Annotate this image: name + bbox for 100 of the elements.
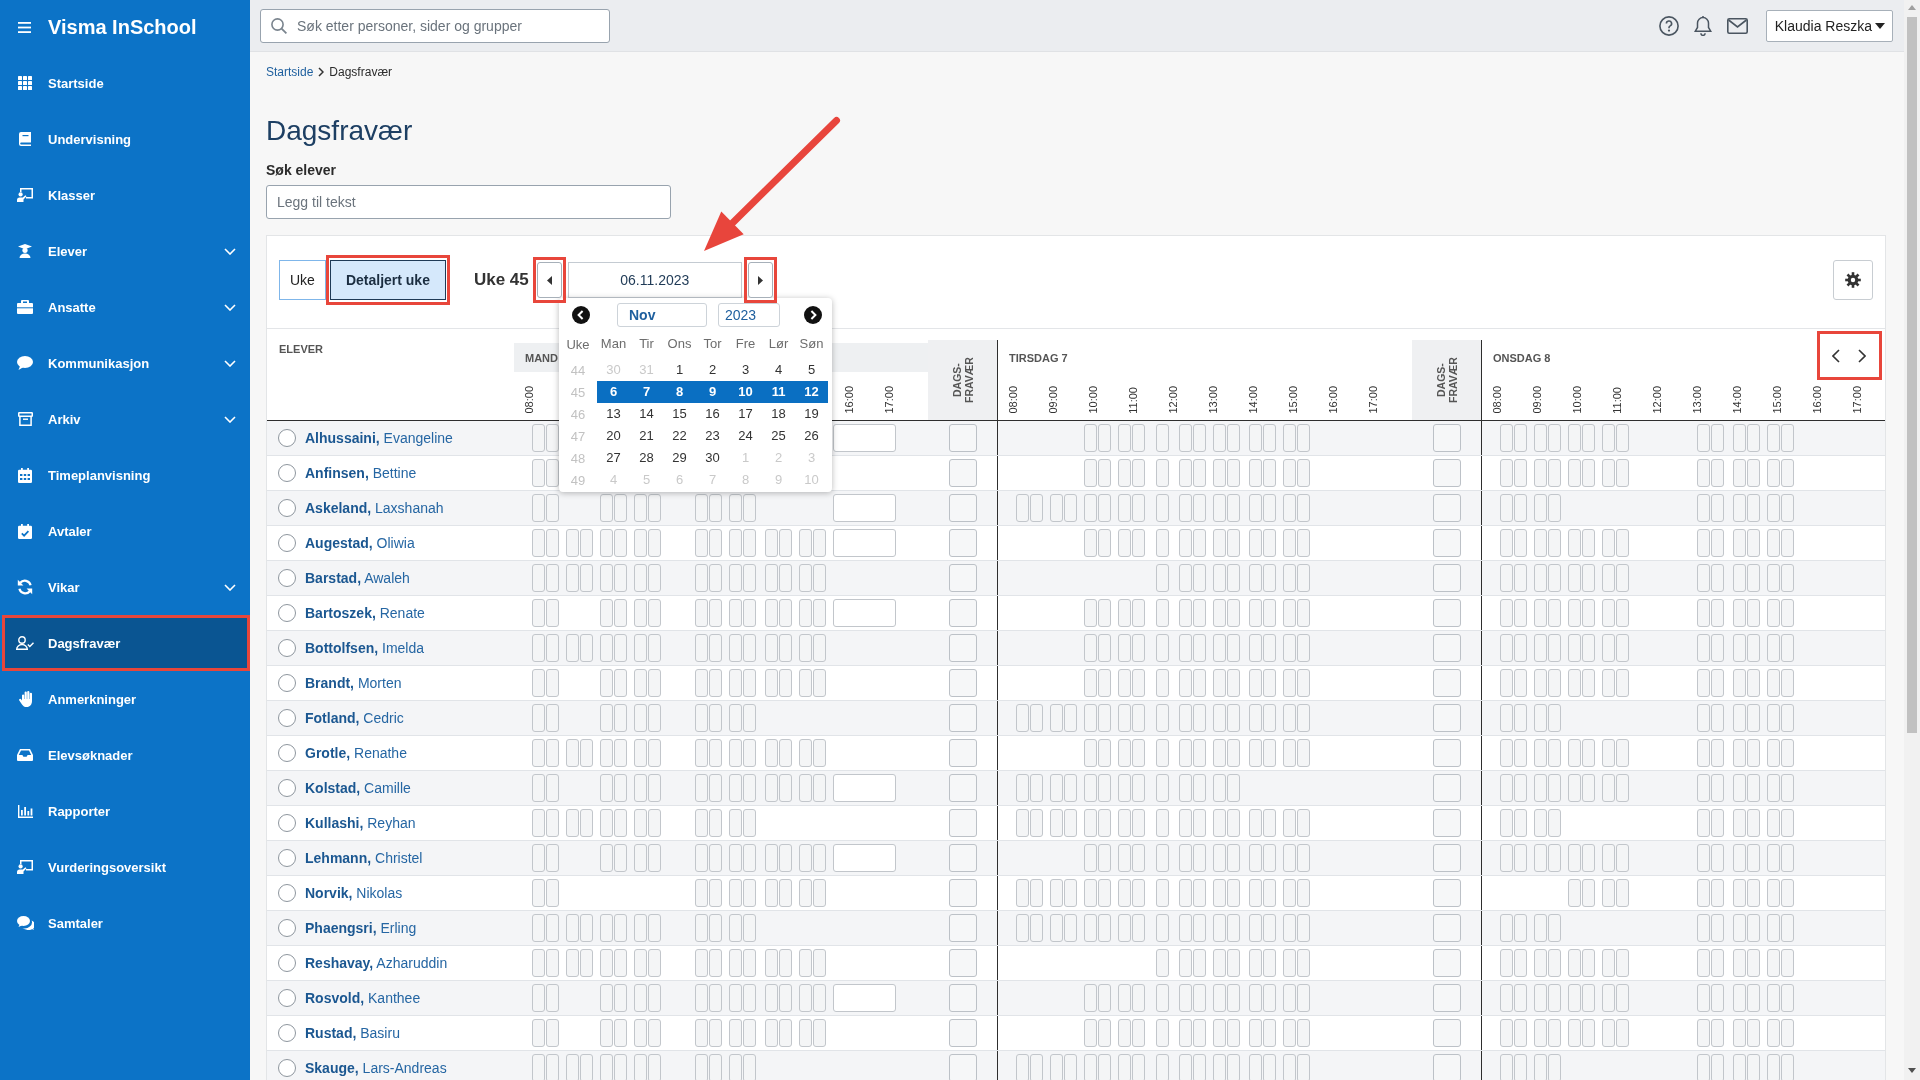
- row-checkbox[interactable]: [278, 814, 296, 832]
- day-absence-box[interactable]: [948, 494, 977, 522]
- day-absence-box[interactable]: [1432, 704, 1461, 732]
- sidebar-item[interactable]: Timeplanvisning: [0, 447, 250, 503]
- calendar-day[interactable]: 10: [729, 381, 762, 403]
- student-search-field[interactable]: Legg til tekst: [266, 185, 671, 219]
- calendar-day[interactable]: 28: [630, 447, 663, 469]
- sidebar-item[interactable]: Vikar: [0, 559, 250, 615]
- help-icon[interactable]: [1658, 15, 1679, 36]
- student-name-link[interactable]: Kolstad, Camille: [305, 780, 411, 796]
- calendar-day[interactable]: 6: [597, 381, 630, 403]
- day-absence-box[interactable]: [1432, 1054, 1461, 1080]
- calendar-day[interactable]: 13: [597, 403, 630, 425]
- day-absence-box[interactable]: [948, 984, 977, 1012]
- day-absence-box[interactable]: [1432, 634, 1461, 662]
- calendar-day[interactable]: 20: [597, 425, 630, 447]
- menu-icon[interactable]: [18, 22, 31, 33]
- scrollbar[interactable]: [1904, 0, 1920, 1080]
- day-absence-box[interactable]: [948, 529, 977, 557]
- calendar-day[interactable]: 26: [795, 425, 828, 447]
- day-absence-box[interactable]: [1432, 599, 1461, 627]
- student-name-link[interactable]: Rosvold, Kanthee: [305, 990, 421, 1006]
- row-checkbox[interactable]: [278, 1024, 296, 1042]
- student-name-link[interactable]: Lehmann, Christel: [305, 850, 423, 866]
- day-absence-box[interactable]: [948, 774, 977, 802]
- sidebar-item[interactable]: Undervisning: [0, 111, 250, 167]
- day-absence-box[interactable]: [1432, 669, 1461, 697]
- day-absence-box[interactable]: [948, 809, 977, 837]
- student-name-link[interactable]: Rustad, Basiru: [305, 1025, 400, 1041]
- student-name-link[interactable]: Bartoszek, Renate: [305, 605, 425, 621]
- day-absence-box[interactable]: [1432, 494, 1461, 522]
- day-absence-box[interactable]: [1432, 1019, 1461, 1047]
- calendar-day[interactable]: 8: [663, 381, 696, 403]
- day-absence-box[interactable]: [1432, 529, 1461, 557]
- day-absence-box[interactable]: [1432, 844, 1461, 872]
- day-absence-box[interactable]: [1432, 949, 1461, 977]
- calendar-day[interactable]: 15: [663, 403, 696, 425]
- day-absence-box[interactable]: [948, 739, 977, 767]
- row-checkbox[interactable]: [278, 569, 296, 587]
- user-menu-button[interactable]: Klaudia Reszka: [1765, 9, 1893, 42]
- activity-slot[interactable]: [833, 494, 896, 522]
- day-absence-box[interactable]: [948, 459, 977, 487]
- chevron-circle-right-icon[interactable]: [804, 306, 822, 324]
- chevron-circle-left-icon[interactable]: [572, 306, 590, 324]
- row-checkbox[interactable]: [278, 639, 296, 657]
- row-checkbox[interactable]: [278, 429, 296, 447]
- calendar-day[interactable]: 27: [597, 447, 630, 469]
- day-absence-box[interactable]: [948, 424, 977, 452]
- day-absence-box[interactable]: [948, 669, 977, 697]
- student-name-link[interactable]: Fotland, Cedric: [305, 710, 404, 726]
- day-absence-box[interactable]: [948, 949, 977, 977]
- activity-slot[interactable]: [833, 599, 896, 627]
- day-absence-box[interactable]: [948, 1019, 977, 1047]
- student-name-link[interactable]: Augestad, Oliwia: [305, 535, 415, 551]
- day-absence-box[interactable]: [948, 564, 977, 592]
- sidebar-item[interactable]: Elever: [0, 223, 250, 279]
- student-name-link[interactable]: Skauge, Lars-Andreas: [305, 1060, 447, 1076]
- calendar-day[interactable]: 3: [729, 359, 762, 381]
- date-field[interactable]: 06.11.2023: [567, 262, 742, 298]
- day-absence-box[interactable]: [948, 879, 977, 907]
- row-checkbox[interactable]: [278, 464, 296, 482]
- row-checkbox[interactable]: [278, 1059, 296, 1077]
- row-checkbox[interactable]: [278, 709, 296, 727]
- sidebar-item[interactable]: Dagsfravær: [5, 618, 247, 668]
- day-absence-box[interactable]: [1432, 914, 1461, 942]
- sidebar-item[interactable]: Startside: [0, 55, 250, 111]
- calendar-day[interactable]: 5: [795, 359, 828, 381]
- row-checkbox[interactable]: [278, 849, 296, 867]
- mail-icon[interactable]: [1726, 17, 1748, 34]
- day-absence-box[interactable]: [1432, 739, 1461, 767]
- breadcrumb-link[interactable]: Startside: [266, 65, 314, 79]
- day-absence-box[interactable]: [1432, 774, 1461, 802]
- student-name-link[interactable]: Brandt, Morten: [305, 675, 402, 691]
- calendar-day[interactable]: 14: [630, 403, 663, 425]
- calendar-day[interactable]: 9: [696, 381, 729, 403]
- calendar-day[interactable]: 21: [630, 425, 663, 447]
- student-name-link[interactable]: Kullashi, Reyhan: [305, 815, 416, 831]
- calendar-day[interactable]: 7: [630, 381, 663, 403]
- sidebar-item[interactable]: Rapporter: [0, 783, 250, 839]
- sidebar-item[interactable]: Elevsøknader: [0, 727, 250, 783]
- calendar-day[interactable]: 19: [795, 403, 828, 425]
- view-tab[interactable]: Detaljert uke: [329, 260, 446, 300]
- row-checkbox[interactable]: [278, 954, 296, 972]
- calendar-day[interactable]: 12: [795, 381, 828, 403]
- calendar-day[interactable]: 4: [762, 359, 795, 381]
- view-tab[interactable]: Uke: [279, 260, 326, 300]
- sidebar-item[interactable]: Samtaler: [0, 895, 250, 951]
- month-select[interactable]: Nov: [617, 303, 707, 327]
- student-name-link[interactable]: Alhussaini, Evangeline: [305, 430, 453, 446]
- calendar-day[interactable]: 2: [696, 359, 729, 381]
- row-checkbox[interactable]: [278, 674, 296, 692]
- calendar-day[interactable]: 1: [663, 359, 696, 381]
- activity-slot[interactable]: [833, 984, 896, 1012]
- student-name-link[interactable]: Barstad, Awaleh: [305, 570, 410, 586]
- calendar-day[interactable]: 11: [762, 381, 795, 403]
- row-checkbox[interactable]: [278, 534, 296, 552]
- day-absence-box[interactable]: [948, 599, 977, 627]
- row-checkbox[interactable]: [278, 744, 296, 762]
- day-absence-box[interactable]: [948, 634, 977, 662]
- calendar-day[interactable]: 16: [696, 403, 729, 425]
